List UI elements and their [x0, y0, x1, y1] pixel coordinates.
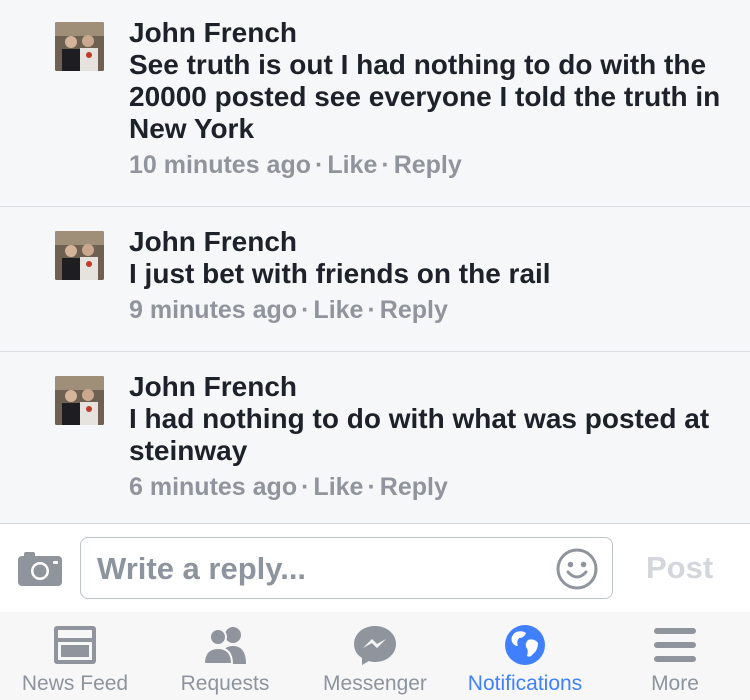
comment-author[interactable]: John French — [129, 226, 726, 258]
reply-link[interactable]: Reply — [394, 151, 462, 179]
camera-icon[interactable] — [18, 550, 62, 586]
tab-label: News Feed — [21, 672, 129, 695]
friend-requests-icon — [202, 624, 248, 666]
like-link[interactable]: Like — [313, 296, 363, 324]
comment-text: See truth is out I had nothing to do wit… — [129, 49, 721, 144]
meta-separator: · — [315, 151, 324, 179]
meta-separator: · — [367, 473, 376, 501]
meta-separator: · — [381, 151, 390, 179]
tab-messenger[interactable]: Messenger — [300, 612, 450, 700]
comment-timestamp[interactable]: 10 minutes ago — [129, 151, 311, 179]
reply-composer: Write a reply... Post — [0, 523, 750, 613]
post-button[interactable]: Post — [646, 550, 713, 586]
bottom-tab-bar: News Feed Requests Messenger Notificatio… — [0, 612, 750, 700]
tab-label: More — [651, 672, 699, 695]
tab-requests[interactable]: Requests — [150, 612, 300, 700]
tab-more[interactable]: More — [600, 612, 750, 700]
tab-label: Messenger — [323, 672, 427, 695]
reply-placeholder: Write a reply... — [97, 551, 307, 586]
menu-icon — [652, 624, 698, 666]
avatar-photo-icon — [55, 22, 104, 71]
comment-meta: 9 minutes ago · Like · Reply — [129, 295, 726, 325]
comment-meta: 6 minutes ago · Like · Reply — [129, 472, 726, 502]
tab-notifications[interactable]: Notifications — [450, 612, 600, 700]
comment-author[interactable]: John French — [129, 17, 726, 49]
comment-author[interactable]: John French — [129, 371, 726, 403]
globe-icon — [502, 624, 548, 666]
news-feed-icon — [52, 624, 98, 666]
tab-label: Requests — [180, 672, 270, 695]
avatar[interactable] — [55, 231, 104, 280]
meta-separator: · — [301, 473, 310, 501]
tab-label: Notifications — [467, 672, 583, 695]
avatar[interactable] — [55, 22, 104, 71]
comment-meta: 10 minutes ago · Like · Reply — [129, 150, 726, 180]
divider — [0, 351, 750, 352]
reply-link[interactable]: Reply — [380, 296, 448, 324]
comment-timestamp[interactable]: 9 minutes ago — [129, 296, 297, 324]
like-link[interactable]: Like — [327, 151, 377, 179]
messenger-icon — [352, 624, 398, 666]
comment-timestamp[interactable]: 6 minutes ago — [129, 473, 297, 501]
avatar-photo-icon — [55, 376, 104, 425]
reply-input[interactable]: Write a reply... — [80, 537, 613, 599]
avatar-photo-icon — [55, 231, 104, 280]
comment-text: I had nothing to do with what was posted… — [129, 403, 710, 466]
avatar[interactable] — [55, 376, 104, 425]
divider — [0, 206, 750, 207]
tab-news-feed[interactable]: News Feed — [0, 612, 150, 700]
comment-thread: John French See truth is out I had nothi… — [0, 0, 750, 523]
reply-link[interactable]: Reply — [380, 473, 448, 501]
comment-text: I just bet with friends on the rail — [129, 258, 551, 289]
like-link[interactable]: Like — [313, 473, 363, 501]
emoji-icon[interactable] — [556, 548, 598, 590]
meta-separator: · — [301, 296, 310, 324]
meta-separator: · — [367, 296, 376, 324]
